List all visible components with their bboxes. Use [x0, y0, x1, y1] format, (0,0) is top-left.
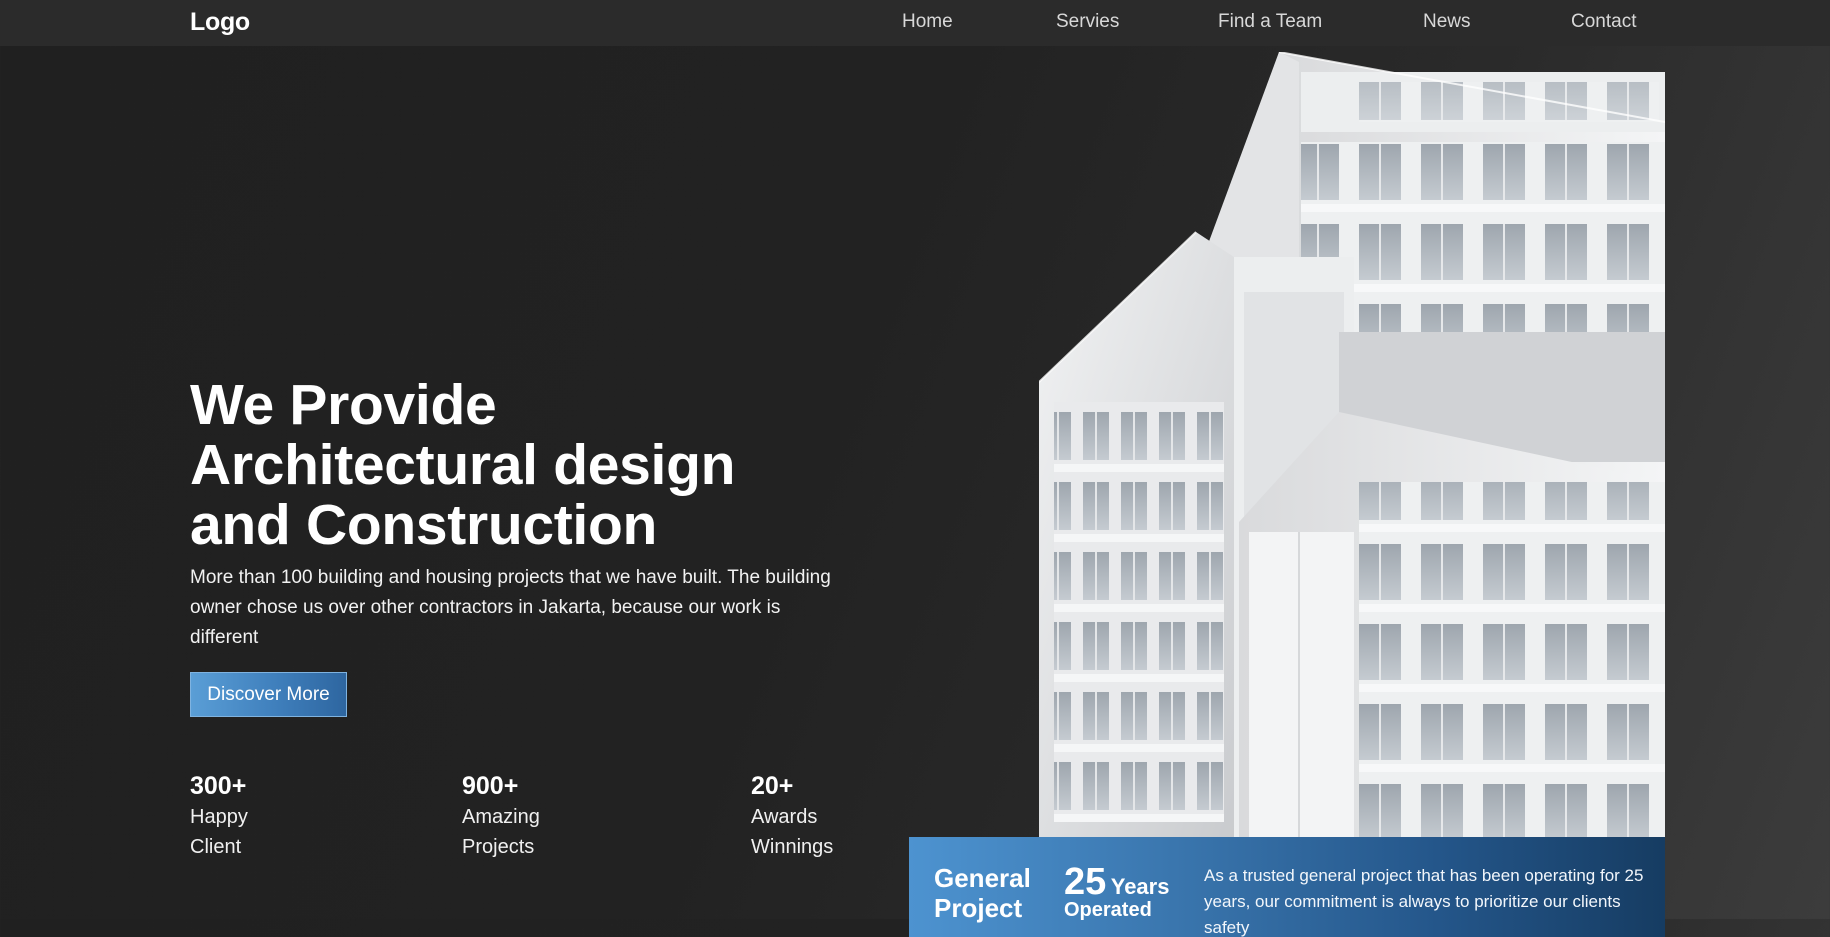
logo[interactable]: Logo: [190, 8, 250, 37]
navbar: Logo Home Servies Find a Team News Conta…: [0, 0, 1830, 46]
stat-value: 300+: [190, 772, 247, 800]
stat-value: 900+: [462, 772, 519, 800]
nav-link-services[interactable]: Servies: [1056, 11, 1119, 33]
nav-link-news[interactable]: News: [1423, 11, 1471, 33]
card-title: General Project: [934, 863, 1031, 923]
stat-value: 20+: [751, 772, 794, 800]
stat-label: Client: [190, 836, 242, 858]
info-card: General Project 25 Years Operated As a t…: [909, 837, 1665, 937]
hero-title-line: Architectural design: [190, 433, 736, 497]
hero-title: We Provide Architectural design and Cons…: [190, 375, 830, 555]
card-years-unit: Years: [1110, 874, 1170, 899]
nav-link-contact[interactable]: Contact: [1571, 11, 1636, 33]
stat-awards-winnings: 20+ Awards Winnings: [751, 770, 861, 862]
stat-label: Projects: [462, 836, 535, 858]
stat-label: Awards: [751, 806, 818, 828]
hero-title-line: and Construction: [190, 493, 658, 557]
hero-description: More than 100 building and housing proje…: [190, 567, 831, 648]
stat-label: Amazing: [462, 806, 540, 828]
card-years-number: 25: [1064, 861, 1107, 903]
hero-title-line: We Provide: [190, 373, 497, 437]
building-image: [1039, 52, 1665, 837]
card-description: As a trusted general project that has be…: [1204, 866, 1644, 937]
stat-label: Happy: [190, 806, 248, 828]
stat-happy-clients: 300+ Happy Client: [190, 770, 300, 862]
discover-more-button[interactable]: Discover More: [190, 672, 347, 717]
stat-label: Winnings: [751, 836, 834, 858]
nav-link-find-a-team[interactable]: Find a Team: [1218, 11, 1322, 33]
stat-amazing-projects: 900+ Amazing Projects: [462, 770, 572, 862]
nav-link-home[interactable]: Home: [902, 11, 953, 33]
